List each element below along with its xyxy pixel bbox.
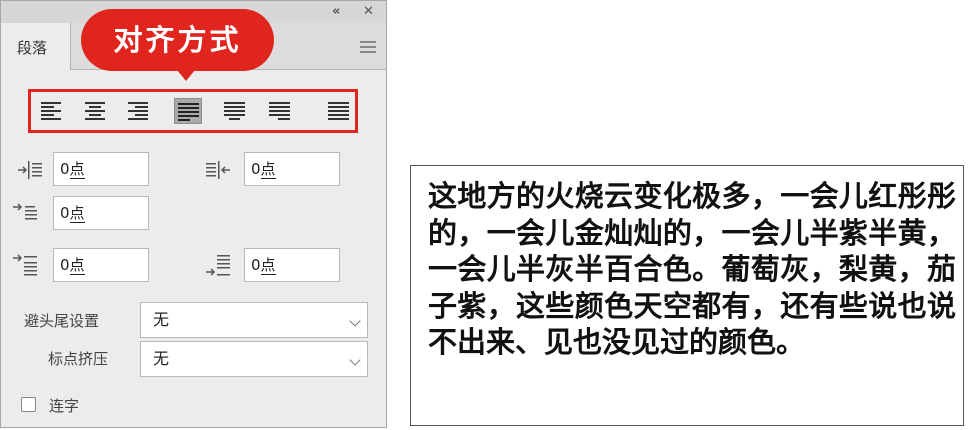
space-before-icon (13, 254, 37, 276)
right-indent-value: 0 (251, 160, 261, 178)
align-right-button[interactable] (123, 98, 151, 124)
justify-last-left-icon (178, 103, 199, 121)
kinsoku-value: 无 (153, 310, 170, 329)
right-indent-icon (206, 161, 230, 179)
left-indent-icon (18, 161, 42, 179)
callout-label: 对齐方式 (81, 9, 274, 81)
tab-label: 段落 (17, 39, 48, 57)
kinsoku-select[interactable]: 无 (140, 302, 368, 338)
justify-last-right-button[interactable] (266, 98, 294, 124)
panel-menu-icon[interactable] (360, 41, 376, 53)
space-after-field[interactable]: 0点 (244, 248, 340, 282)
align-left-icon (41, 102, 61, 120)
left-indent-field[interactable]: 0点 (53, 152, 149, 186)
justify-last-center-icon (224, 102, 245, 120)
space-before-unit: 点 (69, 256, 85, 275)
mojikumi-label: 标点挤压 (48, 350, 109, 368)
space-after-value: 0 (251, 256, 261, 274)
justify-last-left-button[interactable] (174, 98, 202, 124)
right-indent-unit: 点 (260, 160, 276, 179)
align-left-button[interactable] (38, 98, 66, 124)
right-indent-field[interactable]: 0点 (244, 152, 340, 186)
sample-paragraph: 这地方的火烧云变化极多，一会儿红彤彤的，一会儿金灿灿的，一会儿半紫半黄，一会儿半… (428, 179, 956, 359)
left-indent-value: 0 (60, 160, 70, 178)
close-icon[interactable]: ✕ (363, 4, 374, 20)
kinsoku-label: 避头尾设置 (24, 312, 100, 330)
justify-last-right-icon (269, 102, 290, 120)
first-line-indent-unit: 点 (69, 204, 85, 223)
space-after-unit: 点 (260, 256, 276, 275)
align-right-icon (128, 102, 148, 120)
first-line-indent-field[interactable]: 0点 (53, 196, 149, 230)
space-before-field[interactable]: 0点 (53, 248, 149, 282)
space-before-value: 0 (60, 256, 70, 274)
align-center-button[interactable] (81, 98, 109, 124)
left-indent-unit: 点 (69, 160, 85, 179)
justify-all-button[interactable] (325, 98, 353, 124)
alignment-button-group (28, 89, 358, 133)
justify-last-center-button[interactable] (221, 98, 249, 124)
sample-text-box: 这地方的火烧云变化极多，一会儿红彤彤的，一会儿金灿灿的，一会儿半紫半黄，一会儿半… (410, 165, 964, 426)
mojikumi-select[interactable]: 无 (140, 341, 368, 377)
paragraph-panel: « ✕ 段落 对齐方式 0点 0点 0点 0点 0点 避头尾设置 无 标点挤压 … (0, 0, 387, 428)
justify-all-icon (328, 102, 349, 120)
double-chevron-icon[interactable]: « (332, 4, 340, 20)
tab-paragraph[interactable]: 段落 (1, 23, 71, 70)
chevron-down-icon (349, 354, 361, 366)
space-after-icon (206, 255, 230, 276)
mojikumi-value: 无 (153, 349, 170, 368)
align-center-icon (85, 102, 105, 120)
hyphenate-label: 连字 (49, 397, 80, 415)
first-line-indent-icon (13, 203, 37, 220)
chevron-down-icon (349, 315, 361, 327)
first-line-indent-value: 0 (60, 204, 70, 222)
hyphenate-checkbox[interactable] (21, 397, 36, 412)
